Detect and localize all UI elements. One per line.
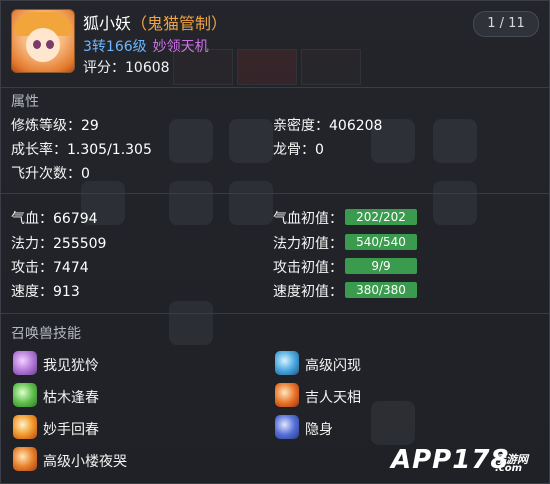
bg-icon [229,181,273,225]
bg-icon [169,301,213,345]
site-watermark: APP178 手游网 .com [391,441,541,477]
speed-initial-bar: 380/380 [345,282,417,298]
stat-mp: 法力：255509 [11,233,106,253]
stat-value: 66794 [53,211,98,227]
bg-icon [229,119,273,163]
skill-label: 高级小楼夜哭 [43,454,127,470]
avatar-eye [33,40,41,49]
skill-label: 妙手回春 [43,422,99,438]
heart-magic-icon [13,351,37,375]
pet-avatar[interactable] [11,9,75,73]
bg-icon [169,119,213,163]
attr-value: 1.305/1.305 [67,142,152,158]
skill-label: 我见犹怜 [43,358,99,374]
stat-label: 攻击： [11,260,53,276]
skill-label: 枯木逢春 [43,390,99,406]
attr-intimacy: 亲密度：406208 [273,115,382,135]
fortune-icon [275,383,299,407]
pet-title: （鬼猫管制） [131,14,228,33]
attr-dragon-bone: 龙骨：0 [273,139,324,159]
heal-icon [13,415,37,439]
pet-header: 狐小妖（鬼猫管制） 3转166级 妙领天机 评分：10608 1 / 11 [1,1,549,85]
page-indicator[interactable]: 1 / 11 [473,11,539,37]
skill-label: 吉人天相 [305,390,361,406]
avatar-face [26,28,60,62]
watermark-domain: .com [495,463,523,474]
divider [1,193,549,194]
skill-label: 高级闪现 [305,358,361,374]
attr-value: 29 [81,118,99,134]
stat-mp-initial-label: 法力初值： [273,236,343,252]
hp-initial-bar: 202/202 [345,209,417,225]
divider [1,87,549,88]
pet-name: 狐小妖 [83,14,132,33]
stat-attack: 攻击：7474 [11,257,89,277]
pet-level-line: 3转166级 妙领天机 [83,36,209,56]
attr-value: 0 [315,142,324,158]
stat-value: 255509 [53,236,107,252]
fire-icon [13,447,37,471]
score-label: 评分： [83,60,125,76]
attr-label: 龙骨： [273,142,315,158]
stat-hp-initial-label: 气血初值： [273,211,343,227]
stat-speed-initial-label: 速度初值： [273,284,343,300]
skill-label: 隐身 [305,422,333,438]
stat-label: 气血： [11,211,53,227]
pet-name-line: 狐小妖（鬼猫管制） [83,10,227,34]
pet-level: 3转166级 [83,39,147,55]
leaf-icon [13,383,37,407]
attr-ascension: 飞升次数：0 [11,163,90,183]
score-value: 10608 [125,60,170,76]
attr-label: 修炼等级： [11,118,81,134]
stat-value: 913 [53,284,80,300]
avatar-eye [46,40,54,49]
flash-icon [275,351,299,375]
attr-label: 飞升次数： [11,166,81,182]
stat-speed: 速度：913 [11,281,80,301]
stat-label: 法力： [11,236,53,252]
bg-icon [371,401,415,445]
bg-icon [433,119,477,163]
skills-title: 召唤兽技能 [11,326,81,342]
bg-icon [433,181,477,225]
bg-icon [169,181,213,225]
attr-value: 0 [81,166,90,182]
mp-initial-bar: 540/540 [345,234,417,250]
stat-hp: 气血：66794 [11,208,98,228]
watermark-main: APP178 [391,445,510,475]
attributes-title: 属性 [11,94,39,110]
stat-label: 速度： [11,284,53,300]
pet-tag: 妙领天机 [152,39,209,55]
attr-growth: 成长率：1.305/1.305 [11,139,152,159]
attack-initial-bar: 9/9 [345,258,417,274]
divider [1,313,549,314]
attr-cultivation: 修炼等级：29 [11,115,99,135]
pet-score: 评分：10608 [83,57,170,77]
stat-attack-initial-label: 攻击初值： [273,260,343,276]
attr-label: 成长率： [11,142,67,158]
attr-label: 亲密度： [273,118,329,134]
attr-value: 406208 [329,118,383,134]
pet-info-panel: 狐小妖（鬼猫管制） 3转166级 妙领天机 评分：10608 1 / 11 属性 … [0,0,550,484]
stat-value: 7474 [53,260,89,276]
stealth-icon [275,415,299,439]
